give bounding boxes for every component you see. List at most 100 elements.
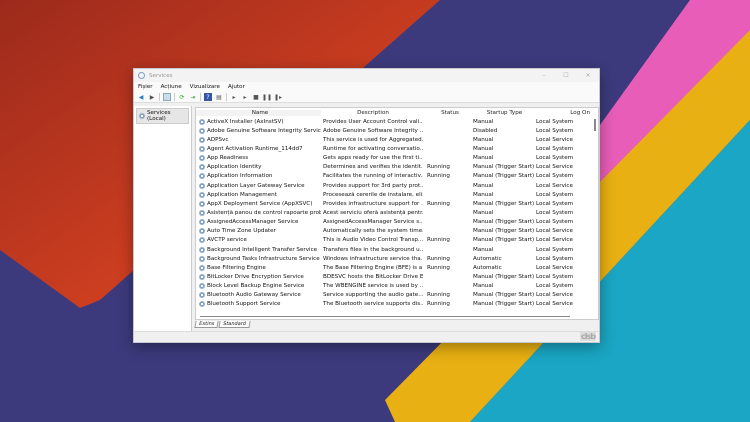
service-name-cell: ADPSvc [196, 136, 321, 143]
service-gear-icon [199, 301, 205, 308]
service-row[interactable]: Application Management Procesează cereri… [196, 190, 598, 199]
service-startup-type: Manual [473, 155, 494, 162]
service-name: BitLocker Drive Encryption Service [207, 273, 304, 280]
service-name-cell: AppX Deployment Service (AppXSVC) [196, 200, 321, 207]
service-name: Agent Activation Runtime_114dd7 [207, 145, 303, 152]
service-log-on: Local System [536, 255, 574, 262]
service-row[interactable]: Application Identity Determines and veri… [196, 163, 598, 172]
properties-icon[interactable]: ▤ [215, 93, 223, 101]
service-description: This is Audio Video Control Transp... [323, 237, 423, 244]
tab-standard[interactable]: Standard [218, 321, 251, 328]
service-row[interactable]: AssignedAccessManager Service AssignedAc… [196, 218, 598, 227]
service-name: Background Tasks Infrastructure Service [207, 255, 320, 262]
stop-service-icon[interactable]: ■ [252, 93, 260, 101]
service-description: AssignedAccessManager Service s... [323, 219, 423, 226]
menu-file[interactable]: Fișier [138, 84, 153, 90]
service-log-on: Local Service [536, 292, 573, 299]
restart-service-icon[interactable]: ❚▸ [274, 93, 282, 101]
column-header-description[interactable]: Description [321, 110, 423, 116]
service-description: Service supporting the audio gate... [323, 292, 423, 299]
toolbar-separator [226, 93, 227, 101]
service-row[interactable]: Background Intelligent Transfer Service … [196, 245, 598, 254]
service-name-cell: AVCTP service [196, 237, 321, 244]
service-description: Runtime for activating conversatio... [323, 145, 423, 152]
service-row[interactable]: Application Information Facilitates the … [196, 172, 598, 181]
column-header-startup-type[interactable]: Startup Type [473, 110, 536, 116]
vertical-scrollbar[interactable] [594, 119, 596, 131]
service-row[interactable]: ADPSvc This service is used for Aggregat… [196, 135, 598, 144]
menu-view[interactable]: Vizualizare [190, 84, 220, 90]
export-list-icon[interactable]: ⇥ [189, 93, 197, 101]
service-description: Facilitates the running of interactiv... [323, 173, 423, 180]
help-icon[interactable]: ? [204, 93, 212, 101]
service-log-on: Local Service [536, 136, 573, 143]
refresh-icon[interactable]: ⟳ [178, 93, 186, 101]
service-gear-icon [199, 255, 205, 262]
services-list: Name Description Status Startup Type Log… [195, 107, 599, 320]
console-tree: Services (Local) [134, 106, 192, 331]
service-row[interactable]: Block Level Backup Engine Service The WB… [196, 282, 598, 291]
back-icon[interactable]: ◀ [137, 93, 145, 101]
close-button[interactable]: ✕ [577, 72, 599, 79]
service-row[interactable]: App Readiness Gets apps ready for use th… [196, 154, 598, 163]
service-name: Adobe Genuine Software Integrity Service [207, 127, 321, 134]
service-row[interactable]: AVCTP service This is Audio Video Contro… [196, 236, 598, 245]
column-header-status[interactable]: Status [423, 110, 473, 116]
service-description: Automatically sets the system time... [323, 228, 423, 235]
service-row[interactable]: AppX Deployment Service (AppXSVC) Provid… [196, 199, 598, 208]
service-gear-icon [199, 264, 205, 271]
service-row[interactable]: Auto Time Zone Updater Automatically set… [196, 227, 598, 236]
service-row[interactable]: Background Tasks Infrastructure Service … [196, 254, 598, 263]
maximize-button[interactable]: ☐ [555, 72, 577, 79]
service-gear-icon [199, 164, 205, 171]
show-hide-tree-icon[interactable] [163, 93, 171, 101]
column-header-log-on[interactable]: Log On [536, 110, 596, 116]
service-row[interactable]: ActiveX Installer (AxInstSV) Provides Us… [196, 117, 598, 126]
service-startup-type: Manual [473, 191, 494, 198]
service-name-cell: BitLocker Drive Encryption Service [196, 273, 321, 280]
service-row[interactable]: Bluetooth Support Service The Bluetooth … [196, 300, 598, 309]
service-log-on: Local System [536, 283, 574, 290]
service-log-on: Local Service [536, 228, 573, 235]
service-gear-icon [199, 173, 205, 180]
service-row[interactable]: Bluetooth Audio Gateway Service Service … [196, 291, 598, 300]
minimize-button[interactable]: – [533, 72, 555, 79]
forward-icon[interactable]: ▶ [148, 93, 156, 101]
service-name: AppX Deployment Service (AppXSVC) [207, 200, 313, 207]
service-description: Gets apps ready for use the first ti... [323, 155, 423, 162]
service-name-cell: Block Level Backup Engine Service [196, 283, 321, 290]
service-description: The Bluetooth service supports dis... [323, 301, 423, 308]
service-startup-type: Manual [473, 136, 494, 143]
start-service-icon[interactable]: ▸ [230, 93, 238, 101]
horizontal-scrollbar[interactable] [200, 316, 570, 317]
service-name-cell: Application Layer Gateway Service [196, 182, 321, 189]
service-description: Provides infrastructure support for ... [323, 200, 423, 207]
service-startup-type: Automatic [473, 264, 502, 271]
services-window: Services – ☐ ✕ Fișier Acțiune Vizualizar… [133, 68, 600, 343]
column-header-name[interactable]: Name [196, 109, 321, 116]
service-row[interactable]: Agent Activation Runtime_114dd7 Runtime … [196, 144, 598, 153]
start-service-alt-icon[interactable]: ▸ [241, 93, 249, 101]
pause-service-icon[interactable]: ❚❚ [262, 93, 272, 101]
service-row[interactable]: BitLocker Drive Encryption Service BDESV… [196, 272, 598, 281]
service-name-cell: Background Tasks Infrastructure Service [196, 255, 321, 262]
menu-help[interactable]: Ajutor [228, 84, 245, 90]
service-name: Application Layer Gateway Service [207, 182, 305, 189]
service-row[interactable]: Asistență panou de control rapoarte prob… [196, 208, 598, 217]
service-row[interactable]: Adobe Genuine Software Integrity Service… [196, 126, 598, 135]
service-name-cell: Adobe Genuine Software Integrity Service [196, 127, 321, 134]
service-gear-icon [199, 191, 205, 198]
service-row[interactable]: Base Filtering Engine The Base Filtering… [196, 263, 598, 272]
service-gear-icon [199, 182, 205, 189]
service-description: Adobe Genuine Software Integrity ... [323, 127, 423, 134]
service-log-on: Local Service [536, 164, 573, 171]
service-gear-icon [199, 237, 205, 244]
tree-item-services-local[interactable]: Services (Local) [136, 108, 189, 124]
menu-action[interactable]: Acțiune [161, 84, 182, 90]
service-row[interactable]: Application Layer Gateway Service Provid… [196, 181, 598, 190]
service-description: BDESVC hosts the BitLocker Drive E... [323, 273, 423, 280]
service-startup-type: Manual [473, 182, 494, 189]
menu-bar: Fișier Acțiune Vizualizare Ajutor [134, 82, 599, 92]
service-gear-icon [199, 155, 205, 162]
tab-extended[interactable]: Extins [194, 321, 219, 328]
